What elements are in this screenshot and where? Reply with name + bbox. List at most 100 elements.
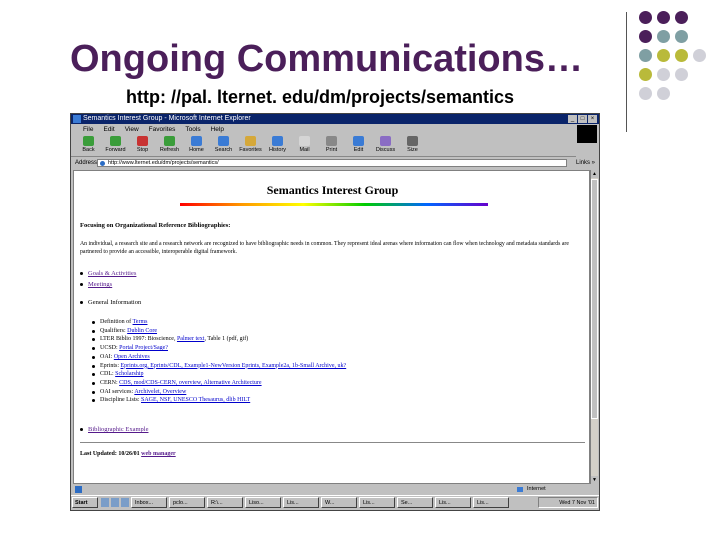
toolbar-print-button[interactable]: Print [318,135,345,157]
item-link[interactable]: Terms [133,319,148,325]
item-prefix: Qualifiers: [100,327,128,334]
links-button[interactable]: Links » [576,158,595,168]
list-item: Meetings [80,281,112,288]
address-input[interactable]: http://www.lternet.edu/dm/projects/seman… [97,159,567,167]
toolbar-forward-button[interactable]: Forward [102,135,129,157]
toolbar-size-button[interactable]: Size [399,135,426,157]
menu-view[interactable]: View [125,125,139,134]
page-heading: Semantics Interest Group [266,183,399,197]
item-link[interactable]: Palmer text [177,336,205,342]
item-prefix: LTER Biblio 1997: Bioscience, [100,336,177,343]
decorative-dot [675,30,688,43]
toolbar-stop-button[interactable]: Stop [129,135,156,157]
toolbar-search-button[interactable]: Search [210,135,237,157]
general-info-item: CERN: CDS, mod/CDS-CERN, overview, Alter… [92,379,582,388]
maximize-button[interactable]: □ [578,115,587,123]
browser-window: Semantics Interest Group - Microsoft Int… [70,113,600,511]
general-info-item: OAI services: Archivelet, Overview [92,388,582,397]
taskbar-button[interactable]: R:\... [207,497,243,508]
taskbar-button[interactable]: Liso... [245,497,281,508]
toolbar-back-button[interactable]: Back [75,135,102,157]
taskbar: Start Inbox... pclo... R:\... Liso... Lis...… [71,495,599,510]
general-info-item: CDL: Scholarship [92,370,582,379]
decorative-dot [675,68,688,81]
toolbar-favorites-button[interactable]: Favorites [237,135,264,157]
menu-tools[interactable]: Tools [185,125,200,134]
vertical-scrollbar[interactable]: ▲ ▼ [590,170,598,484]
decorative-dot [639,30,652,43]
menu-help[interactable]: Help [211,125,224,134]
windows-logo-icon [577,125,597,143]
last-updated: Last Updated: 10/26/01 [80,451,142,457]
scroll-down-icon[interactable]: ▼ [591,476,598,484]
window-title: Semantics Interest Group - Microsoft Int… [83,115,251,122]
toolbar-refresh-button[interactable]: Refresh [156,135,183,157]
slide-title: Ongoing Communications… [70,38,583,80]
item-prefix: CERN: [100,379,120,386]
ie-launch-icon[interactable] [111,498,119,507]
decorative-dot [657,49,670,62]
menu-favorites[interactable]: Favorites [149,125,176,134]
taskbar-button[interactable]: Lis... [473,497,509,508]
taskbar-button[interactable]: pclo... [169,497,205,508]
bibliographic-example-link[interactable]: Bibliographic Example [88,426,148,433]
focus-title: Focusing on Organizational Reference Bib… [80,222,231,229]
toolbar-discuss-button[interactable]: Discuss [372,135,399,157]
minimize-button[interactable]: _ [568,115,577,123]
item-prefix: Discipline Lists: [100,397,141,404]
item-prefix: CDL: [100,371,116,378]
menu-bar: File Edit View Favorites Tools Help [71,125,599,134]
ie-icon [73,115,81,123]
item-link[interactable]: SAGE, NSF, UNESCO Thesaurus, dlib HILT [141,397,250,403]
toolbar-edit-button[interactable]: Edit [345,135,372,157]
toolbar-label: Back [82,147,95,153]
taskbar-button[interactable]: W... [321,497,357,508]
item-link[interactable]: Eprints.org, Eprints/CDL, Example1-NewVe… [121,363,347,369]
menu-file[interactable]: File [83,125,93,134]
address-value: http://www.lternet.edu/dm/projects/seman… [108,160,219,166]
goals-activities-link[interactable]: Goals & Activities [88,270,136,277]
toolbar-history-button[interactable]: History [264,135,291,157]
menu-edit[interactable]: Edit [103,125,114,134]
toolbar-label: Forward [105,147,126,153]
stop-icon [137,136,148,146]
desktop-icon[interactable] [101,498,109,507]
scroll-thumb[interactable] [591,179,598,419]
close-button[interactable]: × [588,115,597,123]
zone-indicator: Internet [517,485,546,494]
taskbar-button[interactable]: Inbox... [131,497,167,508]
item-link[interactable]: Open Archives [114,354,150,360]
decorative-dot-grid [639,11,711,121]
edit-icon [353,136,364,146]
rainbow-divider [180,203,488,206]
discuss-icon [380,136,391,146]
toolbar-label: Refresh [159,147,180,153]
search-icon [218,136,229,146]
address-bar: Address http://www.lternet.edu/dm/projec… [71,158,599,168]
refresh-icon [164,136,175,146]
item-link[interactable]: Archivelet, Overview [134,389,186,395]
web-manager-link[interactable]: web manager [141,451,176,457]
general-info-item: OAI: Open Archives [92,353,582,362]
taskbar-button[interactable]: Se... [397,497,433,508]
taskbar-button[interactable]: Lis... [435,497,471,508]
toolbar-label: Edit [353,147,364,153]
toolbar-mail-button[interactable]: Mail [291,135,318,157]
address-label: Address [75,160,98,166]
item-link[interactable]: Scholarship [115,371,143,377]
item-link[interactable]: Portal Project/Sage? [119,345,168,351]
toolbar-home-button[interactable]: Home [183,135,210,157]
decorative-dot [639,87,652,100]
general-info-item: Qualifiers: Dublin Core [92,327,582,336]
item-link[interactable]: CDS, mod/CDS-CERN, overview, Alternative… [119,380,261,386]
taskbar-button[interactable]: Lis... [359,497,395,508]
decorative-dot [657,87,670,100]
taskbar-button[interactable]: Lis... [283,497,319,508]
scroll-up-icon[interactable]: ▲ [591,170,598,178]
meetings-link[interactable]: Meetings [88,281,112,288]
general-info-item: UCSD: Portal Project/Sage? [92,344,582,353]
start-button[interactable]: Start [72,497,98,508]
outlook-icon[interactable] [121,498,129,507]
toolbar-label: Print [325,147,338,153]
item-link[interactable]: Dublin Core [127,328,157,334]
